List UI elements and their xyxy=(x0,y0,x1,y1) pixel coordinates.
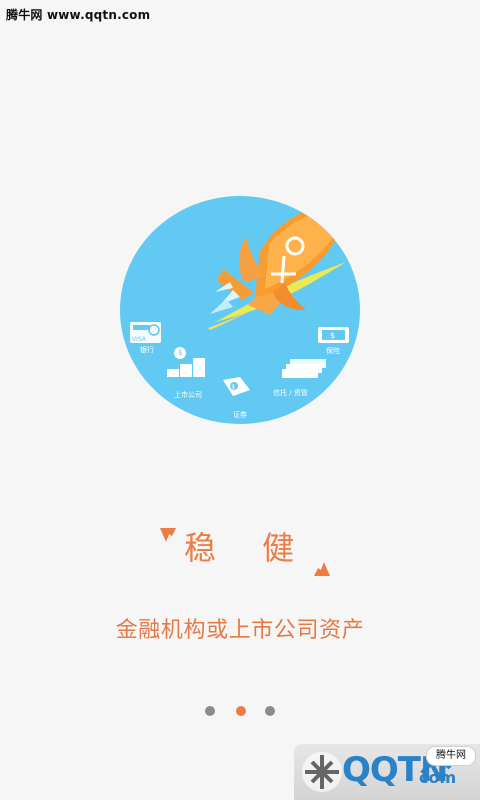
brand-watermark: QQTN com 腾牛网 xyxy=(294,744,480,800)
svg-text:$: $ xyxy=(178,349,182,357)
page-indicator xyxy=(205,706,275,718)
page-dot-1[interactable] xyxy=(205,706,215,716)
hero-svg: VISA $ $ $ xyxy=(130,207,349,396)
trust-label: 信托 / 资管 xyxy=(273,389,308,397)
securities-label: 证券 xyxy=(233,411,247,419)
insurance-bill-icon: $ xyxy=(318,327,349,343)
brand-badge: 腾牛网 xyxy=(426,746,476,766)
bank-card-icon: VISA xyxy=(130,322,161,343)
bank-card-text: VISA xyxy=(132,336,147,343)
subtitle: 金融机构或上市公司资产 xyxy=(115,618,365,643)
stack-chart-icon: $ xyxy=(167,347,205,377)
bank-label: 银行 xyxy=(140,346,154,354)
insurance-label: 保险 xyxy=(326,347,340,355)
page-dot-3[interactable] xyxy=(265,706,275,716)
money-stack-icon xyxy=(282,359,326,378)
headline: 稳 健 xyxy=(184,529,313,567)
page-dot-2[interactable] xyxy=(236,706,246,716)
svg-text:$: $ xyxy=(330,331,335,340)
site-watermark: 腾牛网 www.qqtn.com xyxy=(6,8,151,22)
hero-illustration: VISA $ $ $ 银行 上市公司 证券 信托 / 资管 保险 xyxy=(120,196,360,424)
dollar-tag-icon: $ xyxy=(223,377,250,396)
brand-tail: com xyxy=(419,768,457,787)
svg-text:$: $ xyxy=(231,383,235,391)
listed-company-label: 上市公司 xyxy=(174,391,202,399)
rocket-icon xyxy=(210,207,340,315)
headline-wrap: 稳 健 xyxy=(160,522,330,582)
